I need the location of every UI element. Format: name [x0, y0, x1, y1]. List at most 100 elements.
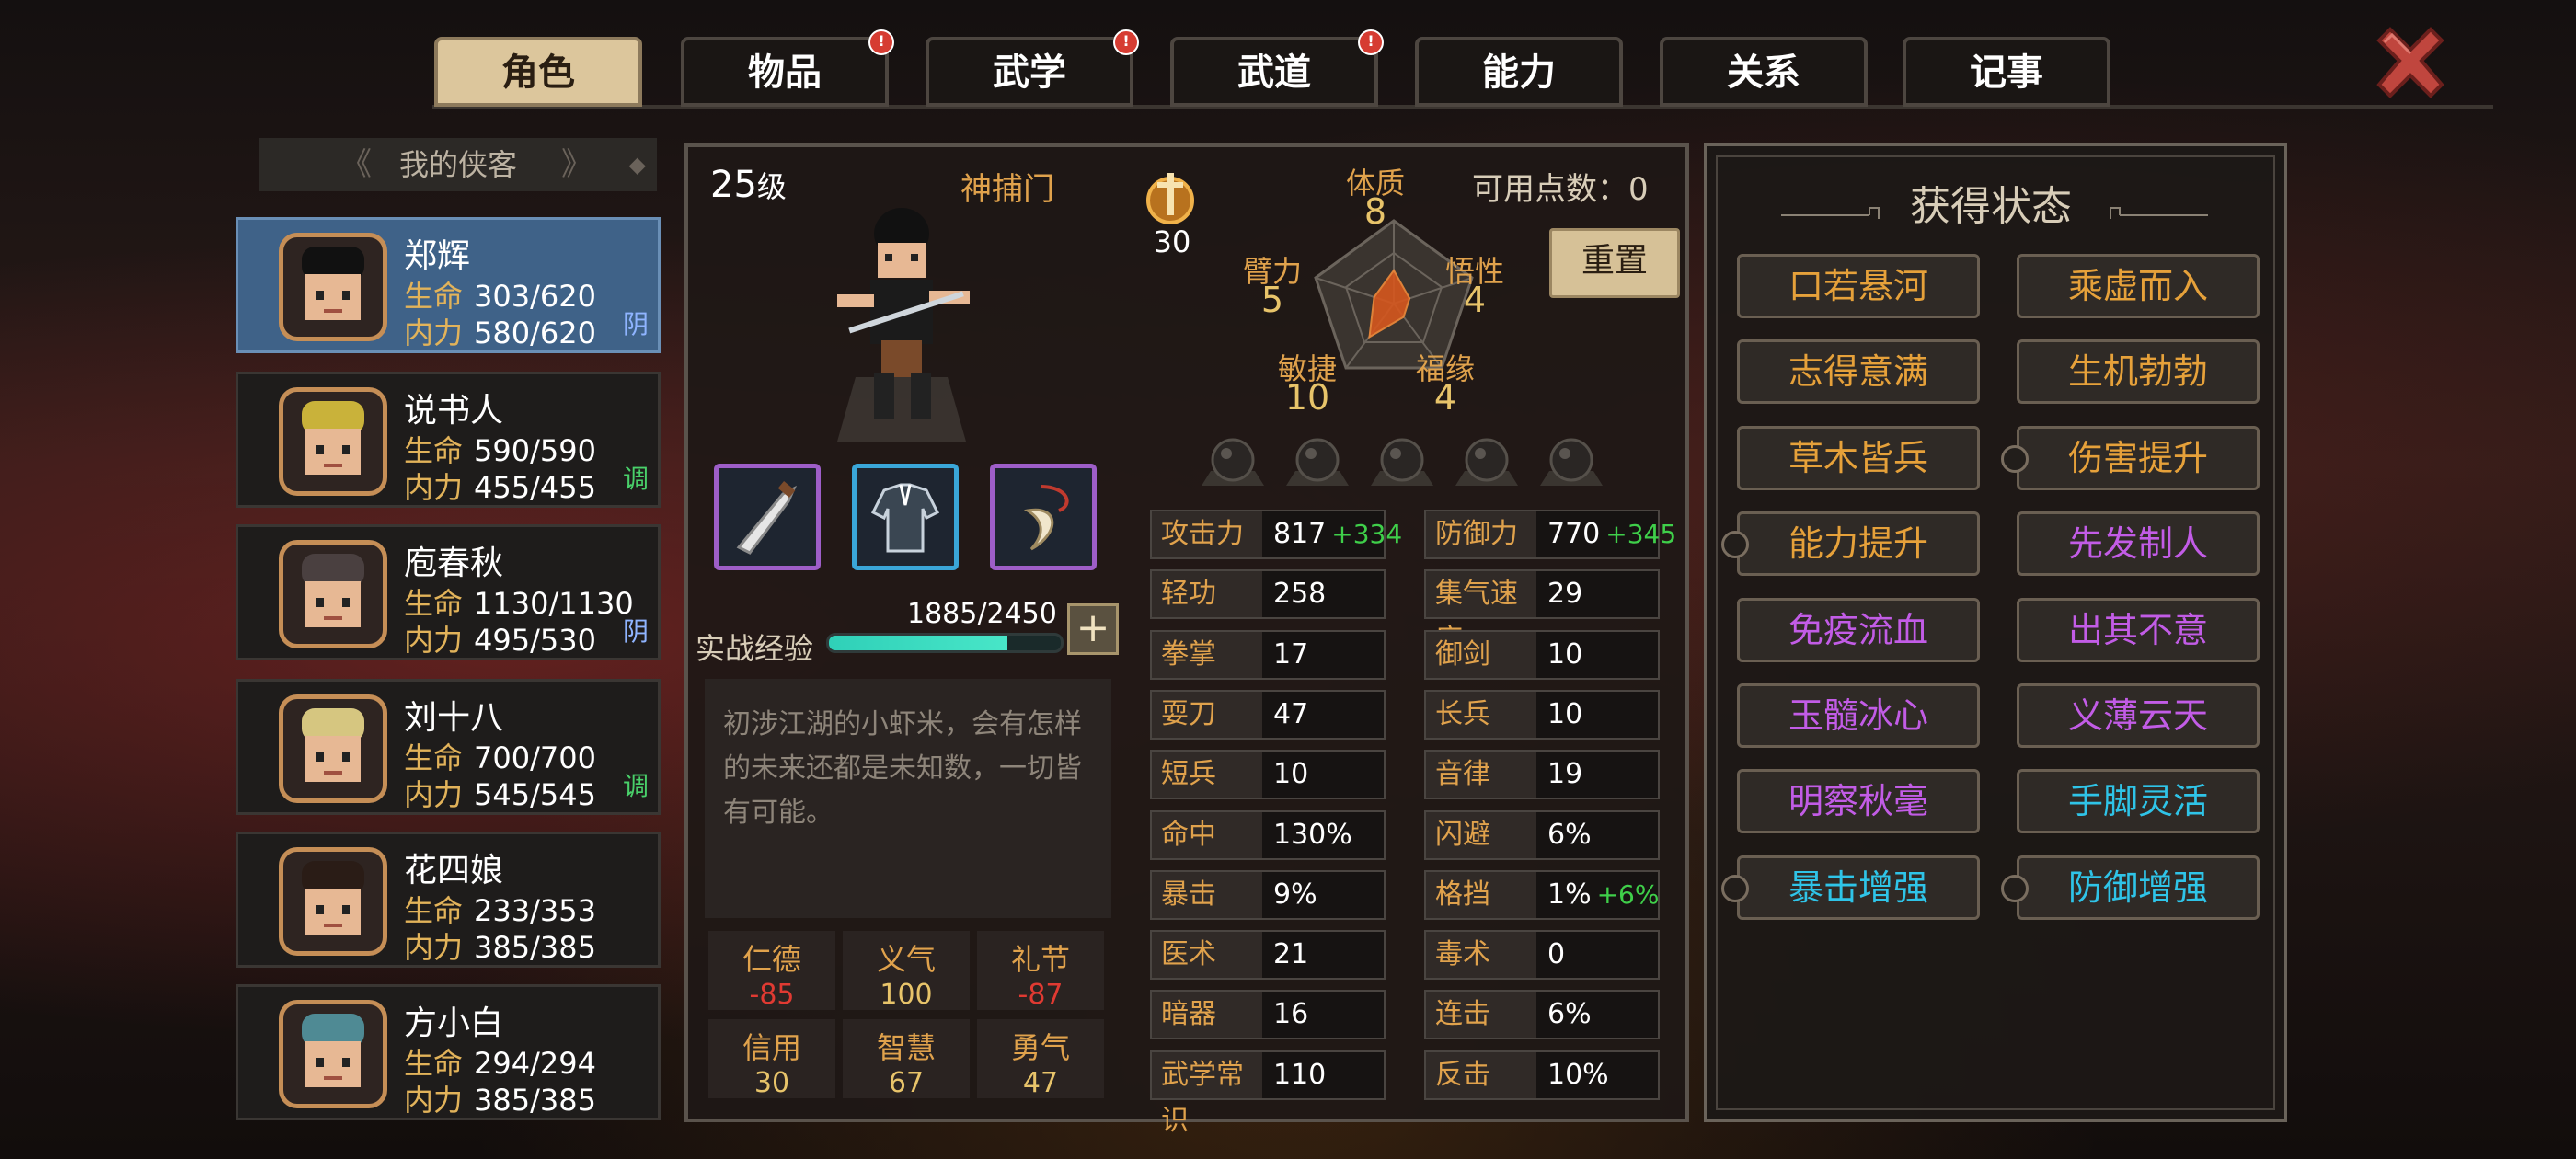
- status-buff[interactable]: 伤害提升: [2001, 425, 2260, 490]
- roster-card[interactable]: 说书人 生命 590/590 内力 455/455 调: [236, 372, 661, 508]
- avatar: [279, 694, 387, 803]
- member-tag: 阴: [622, 309, 649, 339]
- status-buff[interactable]: 口若悬河: [1737, 254, 1980, 318]
- member-mp: 内力 495/530: [404, 617, 596, 660]
- stat-row: 短兵 10: [1150, 750, 1386, 800]
- stat-number: 29: [1547, 578, 1583, 611]
- status-buff[interactable]: 义薄云天: [2017, 683, 2260, 748]
- stat-number: 16: [1273, 998, 1309, 1031]
- status-buff[interactable]: 明察秋毫: [1737, 769, 1980, 834]
- virtue-cell: 智慧 67: [843, 1019, 970, 1099]
- hp-value: 303/620: [474, 279, 596, 314]
- stat-number: 10: [1273, 758, 1309, 791]
- reputation-icon: [1146, 173, 1194, 224]
- avatar: [279, 387, 387, 496]
- skill-orb-slot[interactable]: [1198, 430, 1268, 495]
- tab-martial-way[interactable]: 武道!: [1170, 29, 1384, 107]
- tab-journal[interactable]: 记事: [1903, 37, 2110, 107]
- stat-value: 6%: [1547, 992, 1592, 1038]
- status-buff[interactable]: 乘虚而入: [2017, 254, 2260, 318]
- tab-items[interactable]: 物品!: [681, 29, 894, 107]
- roster-card[interactable]: 花四娘 生命 233/353 内力 385/385: [236, 832, 661, 968]
- status-buff[interactable]: 先发制人: [2017, 511, 2260, 577]
- status-buff[interactable]: 暴击增强: [1721, 855, 1980, 920]
- tab-character[interactable]: 角色: [434, 37, 642, 107]
- stat-number: 110: [1273, 1058, 1327, 1091]
- stat-number: 17: [1273, 637, 1309, 671]
- member-tag: 阴: [622, 616, 649, 647]
- roster-card[interactable]: 方小白 生命 294/294 内力 385/385: [236, 984, 661, 1120]
- title-ornament-right: [2110, 207, 2208, 219]
- status-buff[interactable]: 能力提升: [1721, 511, 1980, 577]
- equip-slot-armor[interactable]: [852, 464, 959, 570]
- avatar: [279, 1000, 387, 1108]
- stat-row: 暴击 9%: [1150, 869, 1386, 920]
- close-icon[interactable]: [2366, 20, 2455, 109]
- stat-row: 命中 130%: [1150, 809, 1386, 860]
- hp-value: 233/353: [474, 893, 596, 928]
- status-buff[interactable]: 出其不意: [2017, 597, 2260, 662]
- roster-title: 我的侠客: [398, 147, 517, 182]
- status-buff[interactable]: 志得意满: [1737, 339, 1980, 405]
- timer-icon: [1721, 531, 1749, 559]
- skill-orb-slot[interactable]: [1452, 430, 1522, 495]
- equip-slot-accessory[interactable]: [990, 464, 1097, 570]
- attr-value-strength: 5: [1260, 280, 1284, 320]
- buff-label: 明察秋毫: [1788, 781, 1928, 822]
- next-page-icon[interactable]: 》: [561, 138, 592, 191]
- stat-number: 1%: [1547, 878, 1592, 911]
- stat-name: 闪避: [1426, 811, 1536, 858]
- stat-number: 9%: [1273, 878, 1317, 911]
- character-description: 初涉江湖的小虾米，会有怎样的未来还都是未知数，一切皆有可能。: [705, 679, 1111, 918]
- stat-value: 10: [1273, 752, 1308, 798]
- status-buff[interactable]: 玉髓冰心: [1737, 683, 1980, 748]
- member-name: 郑辉: [404, 237, 471, 275]
- mp-value: 495/530: [474, 623, 596, 658]
- roster-card[interactable]: 庖春秋 生命 1130/1130 内力 495/530 阴: [236, 524, 661, 660]
- stat-name: 医术: [1152, 932, 1262, 979]
- stat-name: 长兵: [1426, 691, 1536, 738]
- equip-slot-weapon[interactable]: [714, 464, 821, 570]
- member-mp: 内力 545/545: [404, 772, 596, 814]
- status-buff[interactable]: 草木皆兵: [1737, 425, 1980, 490]
- buff-label: 暴击增强: [1788, 866, 1928, 908]
- hp-label: 生命: [404, 433, 464, 468]
- virtue-name: 勇气: [1010, 1030, 1070, 1065]
- add-exp-button[interactable]: +: [1067, 603, 1119, 655]
- stat-number: 19: [1547, 758, 1583, 791]
- virtue-value: 30: [753, 1067, 790, 1099]
- skill-orb-slot[interactable]: [1282, 430, 1352, 495]
- status-buff[interactable]: 手脚灵活: [2017, 769, 2260, 834]
- stat-bonus: +6%: [1596, 878, 1660, 910]
- stat-name: 拳掌: [1152, 631, 1262, 678]
- character-level: 25级: [710, 164, 787, 206]
- mp-value: 385/385: [474, 1083, 596, 1118]
- skill-orb-slot[interactable]: [1367, 430, 1437, 495]
- buff-label: 免疫流血: [1788, 609, 1928, 650]
- stat-number: 6%: [1547, 998, 1592, 1031]
- roster-card[interactable]: 刘十八 生命 700/700 内力 545/545 调: [236, 679, 661, 815]
- prev-page-icon[interactable]: 《: [340, 138, 372, 191]
- mp-label: 内力: [404, 316, 464, 350]
- stat-value: 17: [1273, 632, 1308, 678]
- hp-value: 1130/1130: [474, 586, 634, 621]
- tab-martial-arts[interactable]: 武学!: [926, 29, 1139, 107]
- stat-number: 10: [1547, 697, 1583, 730]
- buff-label: 义薄云天: [2067, 695, 2208, 736]
- attr-value-agility: 10: [1284, 377, 1330, 418]
- avatar: [279, 233, 387, 341]
- status-title: 获得状态: [1910, 183, 2072, 230]
- skill-orb-slot[interactable]: [1536, 430, 1606, 495]
- roster-card[interactable]: 郑辉 生命 303/620 内力 580/620 阴: [236, 217, 661, 353]
- status-buff[interactable]: 生机勃勃: [2017, 339, 2260, 405]
- stat-name: 耍刀: [1152, 691, 1262, 738]
- status-buff[interactable]: 防御增强: [2001, 855, 2260, 920]
- reset-button[interactable]: 重置: [1549, 228, 1680, 298]
- stat-number: 10: [1547, 637, 1583, 671]
- status-buff[interactable]: 免疫流血: [1737, 597, 1980, 662]
- stat-row: 格挡 1% +6%: [1424, 869, 1660, 920]
- stat-value: 6%: [1547, 812, 1592, 858]
- buff-label: 生机勃勃: [2067, 351, 2208, 393]
- tab-abilities[interactable]: 能力: [1415, 37, 1623, 107]
- tab-relations[interactable]: 关系: [1660, 37, 1868, 107]
